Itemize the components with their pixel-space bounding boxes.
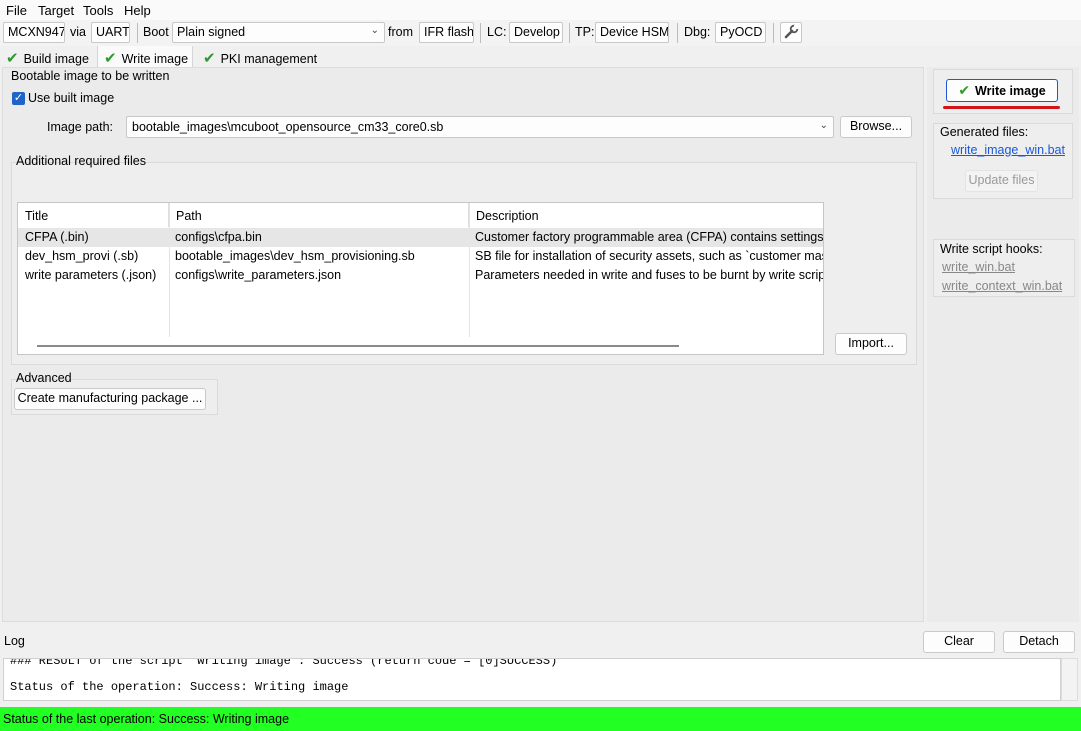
table-row[interactable]: write parameters (.json) configs\write_p… bbox=[18, 266, 823, 285]
log-output[interactable]: ### RESULT of the script `writing image`… bbox=[3, 658, 1061, 701]
section-title: Bootable image to be written bbox=[11, 69, 170, 83]
generated-files-title: Generated files: bbox=[940, 125, 1029, 139]
checkmark-icon: ✔ bbox=[958, 82, 971, 98]
image-path-combo[interactable]: bootable_images\mcuboot_opensource_cm33_… bbox=[126, 116, 834, 138]
tab-label: PKI management bbox=[220, 52, 318, 66]
boot-label: Boot bbox=[143, 25, 169, 39]
additional-files-title: Additional required files bbox=[16, 154, 146, 168]
use-built-image-label: Use built image bbox=[28, 91, 115, 105]
device-select[interactable]: MCXN947 bbox=[3, 22, 65, 43]
required-files-table[interactable]: Title Path Description CFPA (.bin) confi… bbox=[17, 202, 824, 355]
table-row[interactable]: dev_hsm_provi (.sb) bootable_images\dev_… bbox=[18, 247, 823, 266]
menu-file[interactable]: File bbox=[6, 3, 27, 18]
cell-description: Customer factory programmable area (CFPA… bbox=[475, 230, 823, 244]
write-image-button-label: Write image bbox=[975, 84, 1046, 98]
toolbar-separator bbox=[569, 23, 570, 43]
cell-path: bootable_images\dev_hsm_provisioning.sb bbox=[175, 249, 415, 263]
interface-select[interactable]: UART bbox=[91, 22, 130, 43]
highlight-underline bbox=[943, 106, 1060, 109]
log-title: Log bbox=[4, 634, 25, 648]
menu-tools[interactable]: Tools bbox=[83, 3, 113, 18]
column-header-title[interactable]: Title bbox=[18, 203, 169, 227]
menu-target[interactable]: Target bbox=[38, 3, 74, 18]
checkmark-icon: ✔ bbox=[104, 50, 117, 67]
column-header-description[interactable]: Description bbox=[469, 203, 823, 227]
browse-button[interactable]: Browse... bbox=[840, 116, 912, 138]
toolbar: MCXN947 via UART Boot Plain signed ⌄ fro… bbox=[0, 20, 1081, 46]
log-line: Status of the operation: Success: Writin… bbox=[10, 680, 349, 694]
cell-title: dev_hsm_provi (.sb) bbox=[25, 249, 139, 263]
key-source-select[interactable]: IFR flash bbox=[419, 22, 474, 43]
use-built-image-checkbox[interactable]: ✓ bbox=[12, 92, 25, 105]
image-path-value: bootable_images\mcuboot_opensource_cm33_… bbox=[132, 120, 444, 134]
tab-build-image[interactable]: ✔ Build image bbox=[0, 46, 93, 67]
dbg-label: Dbg: bbox=[684, 25, 711, 39]
horizontal-scrollbar[interactable] bbox=[37, 345, 679, 347]
checkmark-icon: ✔ bbox=[6, 50, 19, 67]
chevron-down-icon: ⌄ bbox=[819, 120, 828, 131]
lc-label: LC: bbox=[487, 25, 507, 39]
tab-write-image[interactable]: ✔ Write image bbox=[97, 46, 194, 67]
detach-log-button[interactable]: Detach bbox=[1003, 631, 1075, 653]
tab-pki-management[interactable]: ✔ PKI management bbox=[197, 46, 321, 67]
toolbar-separator bbox=[137, 23, 138, 43]
tab-label: Build image bbox=[23, 52, 89, 66]
hooks-title: Write script hooks: bbox=[940, 242, 1043, 256]
boot-type-combo[interactable]: Plain signed ⌄ bbox=[172, 22, 385, 43]
log-scrollbar[interactable] bbox=[1061, 658, 1078, 701]
generated-file-link[interactable]: write_image_win.bat bbox=[951, 143, 1065, 157]
hook-link-write-win[interactable]: write_win.bat bbox=[942, 260, 1015, 274]
menu-bar: File Target Tools Help bbox=[0, 0, 1081, 20]
image-path-label: Image path: bbox=[47, 120, 114, 134]
status-bar: Status of the last operation: Success: W… bbox=[0, 707, 1081, 731]
write-image-button[interactable]: ✔ Write image bbox=[946, 79, 1058, 102]
menu-help[interactable]: Help bbox=[124, 3, 151, 18]
hook-link-write-context-win[interactable]: write_context_win.bat bbox=[942, 279, 1062, 293]
toolbar-separator bbox=[677, 23, 678, 43]
log-line: ### RESULT of the script `writing image`… bbox=[10, 658, 558, 668]
tab-label: Write image bbox=[121, 52, 189, 66]
cell-description: Parameters needed in write and fuses to … bbox=[475, 268, 823, 282]
checkmark-icon: ✔ bbox=[203, 50, 216, 67]
clear-log-button[interactable]: Clear bbox=[923, 631, 995, 653]
wrench-icon bbox=[784, 24, 799, 39]
trust-provisioning-select[interactable]: Device HSM bbox=[595, 22, 669, 43]
cell-description: SB file for installation of security ass… bbox=[475, 249, 823, 263]
toolbar-separator bbox=[480, 23, 481, 43]
lifecycle-select[interactable]: Develop bbox=[509, 22, 563, 43]
chevron-down-icon: ⌄ bbox=[370, 25, 379, 36]
advanced-title: Advanced bbox=[16, 371, 72, 385]
toolbar-separator bbox=[773, 23, 774, 43]
create-manufacturing-package-button[interactable]: Create manufacturing package ... bbox=[14, 388, 206, 410]
cell-title: write parameters (.json) bbox=[25, 268, 157, 282]
cell-title: CFPA (.bin) bbox=[25, 230, 89, 244]
via-label: via bbox=[70, 25, 86, 39]
column-header-path[interactable]: Path bbox=[169, 203, 469, 227]
cell-path: configs\cfpa.bin bbox=[175, 230, 262, 244]
cell-path: configs\write_parameters.json bbox=[175, 268, 342, 282]
update-files-button[interactable]: Update files bbox=[965, 170, 1038, 192]
import-button[interactable]: Import... bbox=[835, 333, 907, 355]
boot-type-value: Plain signed bbox=[177, 25, 246, 39]
tp-label: TP: bbox=[575, 25, 595, 39]
from-label: from bbox=[388, 25, 413, 39]
table-row[interactable]: CFPA (.bin) configs\cfpa.bin Customer fa… bbox=[18, 228, 823, 247]
debug-probe-select[interactable]: PyOCD bbox=[715, 22, 766, 43]
settings-button[interactable] bbox=[780, 22, 802, 43]
